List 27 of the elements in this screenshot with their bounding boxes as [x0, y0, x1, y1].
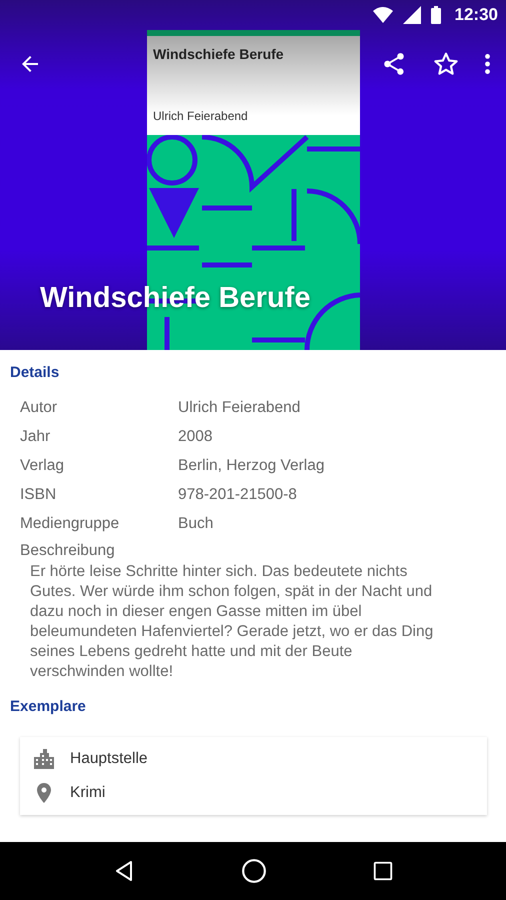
building-icon — [32, 747, 56, 771]
field-value: Berlin, Herzog Verlag — [178, 456, 324, 474]
battery-icon — [430, 6, 441, 24]
clock-time: 12:30 — [454, 5, 498, 25]
wifi-icon — [372, 7, 393, 23]
section-heading: Details — [10, 364, 60, 381]
field-label: ISBN — [19, 486, 58, 504]
home-circle-icon — [240, 858, 267, 884]
field-label: Verlag — [19, 456, 65, 474]
more-vertical-icon — [485, 54, 490, 74]
recents-square-icon — [372, 860, 394, 882]
field-value: Ulrich Feierabend — [178, 398, 300, 416]
field-label: Autor — [19, 398, 58, 416]
field-value: 2008 — [178, 428, 212, 446]
section-heading: Exemplare — [10, 698, 87, 715]
description-text: Er hörte leise Schritte hinter sich. Das bedeutete nichts Gutes. Wer würde ihm schon folgen, spät in der Nacht und dazu noch in dieser engen Gasse mitten im übel beleumundeten Hafenviertel? Gerade jetzt, wo er das Ding seines Lebens gedreht hatte und mit der Beute verschwinden wollte! — [30, 562, 434, 682]
field-value: Buch — [178, 514, 214, 532]
copy-info: Krimi — [70, 784, 106, 802]
field-label: Mediengruppe — [19, 514, 120, 532]
cover-title: Windschiefe Berufe — [153, 46, 285, 62]
copy-info: Hauptstelle — [70, 750, 148, 768]
field-label: Jahr — [19, 428, 52, 446]
cover-author: Ulrich Feierabend — [153, 109, 249, 123]
signal-icon — [402, 6, 421, 24]
star-icon — [433, 51, 459, 77]
field-value: 978-201-21500-8 — [178, 486, 297, 504]
field-label: Beschreibung — [19, 541, 116, 560]
